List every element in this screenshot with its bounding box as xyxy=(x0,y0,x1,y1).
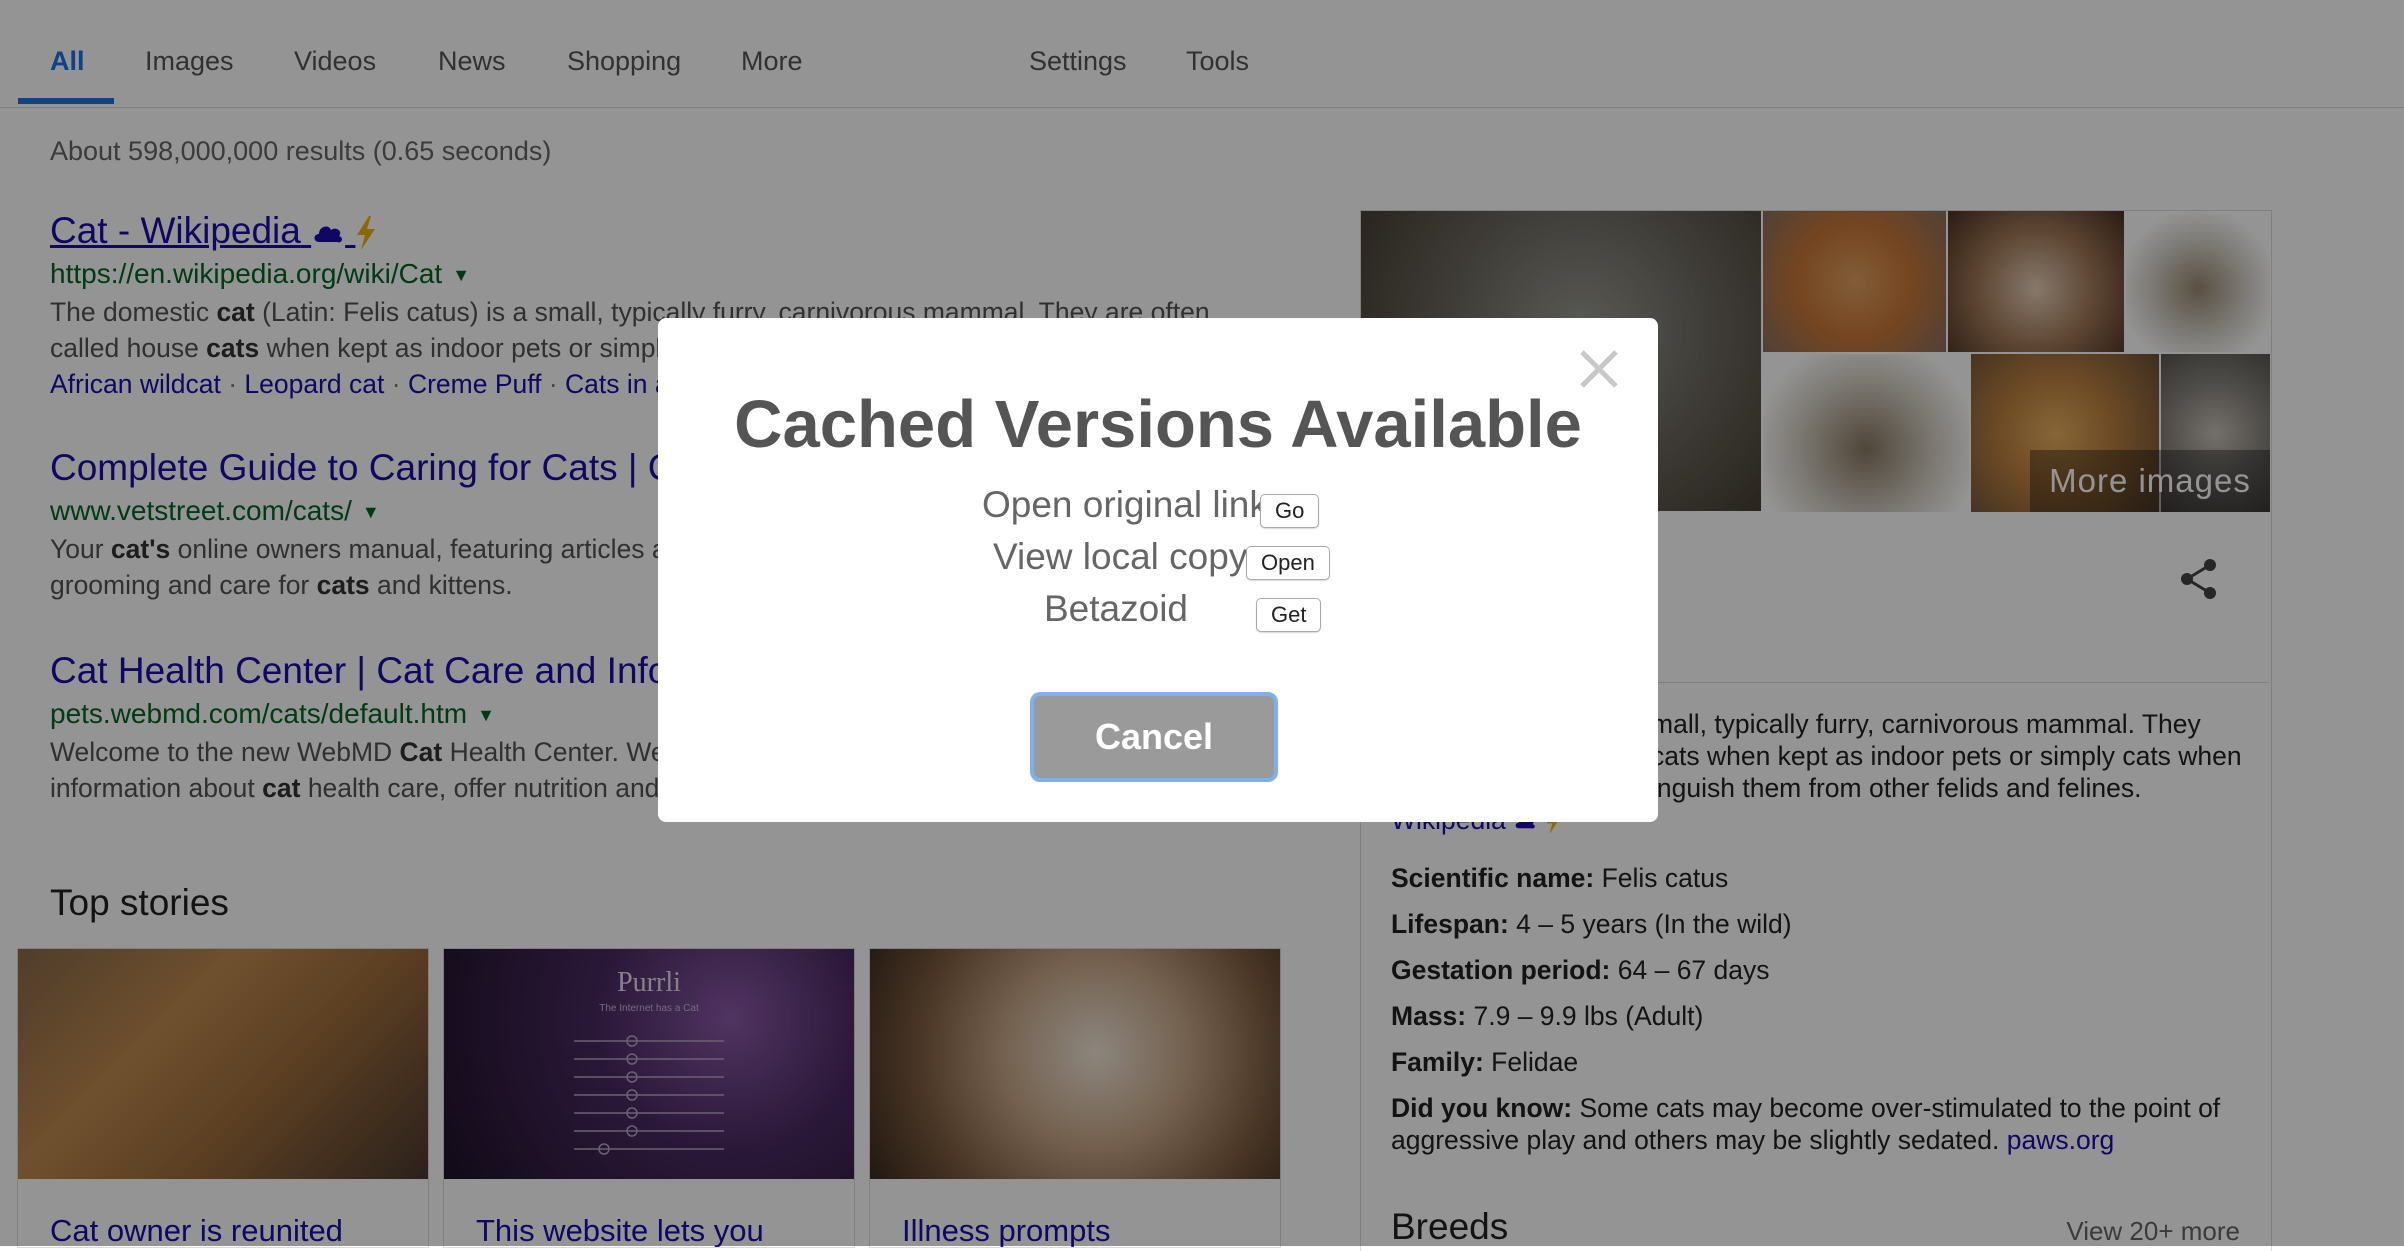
option-label-local: View local copy xyxy=(993,536,1248,577)
cached-versions-dialog: Cached Versions Available Open original … xyxy=(658,318,1658,822)
search-results-page: All Images Videos News Shopping More Set… xyxy=(0,0,2404,1251)
option-label-original: Open original link xyxy=(982,484,1268,525)
option-label-betazoid: Betazoid xyxy=(1044,588,1188,629)
go-button[interactable]: Go xyxy=(1260,494,1320,528)
get-button[interactable]: Get xyxy=(1256,598,1322,632)
open-button[interactable]: Open xyxy=(1246,546,1330,580)
cancel-button[interactable]: Cancel xyxy=(1034,696,1274,778)
dialog-title: Cached Versions Available xyxy=(734,387,1582,462)
